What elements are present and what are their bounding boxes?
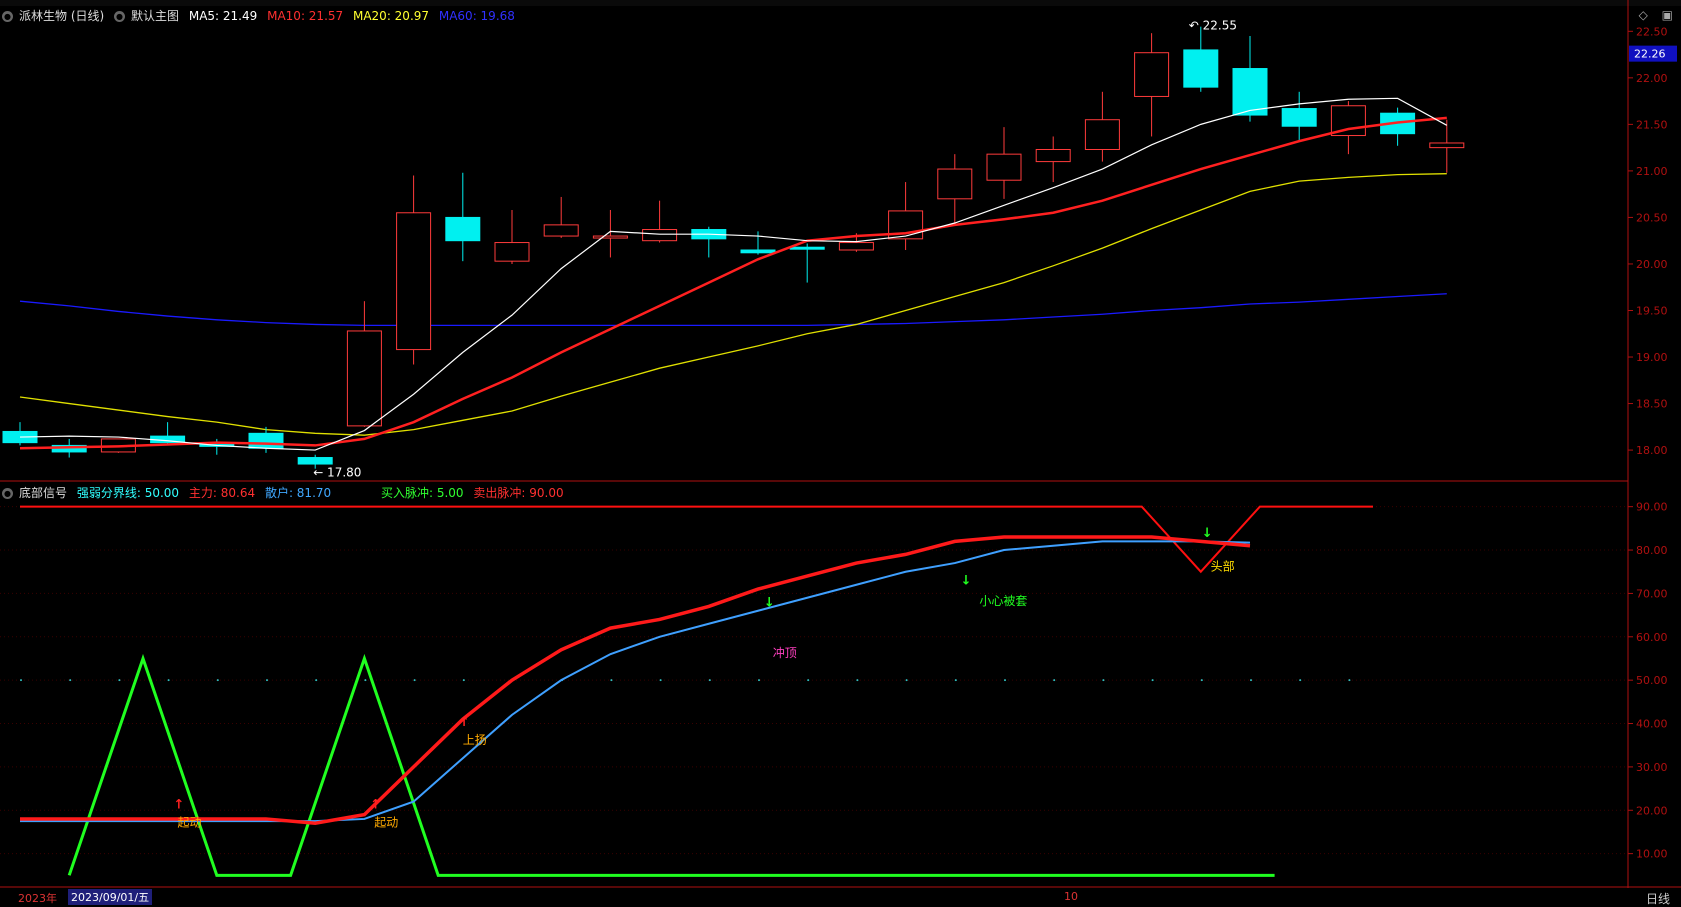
indicator-tick-label: 70.00	[1636, 587, 1668, 600]
threshold-dot	[216, 679, 219, 682]
indicator-tick-label: 50.00	[1636, 674, 1668, 687]
ma20-line	[19, 173, 1447, 436]
threshold-dot	[659, 679, 662, 682]
candle-body	[740, 249, 776, 254]
low-price-label: ← 17.80	[313, 466, 361, 480]
indicator-tick-label: 90.00	[1636, 501, 1668, 514]
threshold-dot	[1102, 679, 1105, 682]
price-tick-label: 18.00	[1636, 444, 1668, 457]
signal-down-arrow: ↓	[961, 574, 972, 589]
indicator-tick-label: 40.00	[1636, 718, 1668, 731]
month-label: 10	[1064, 890, 1078, 903]
candle-body	[1035, 148, 1071, 163]
price-tick-label: 20.50	[1636, 211, 1668, 224]
price-tick-label: 21.00	[1636, 165, 1668, 178]
signal-up-arrow: ↑	[173, 797, 184, 812]
buy-pulse-line	[67, 653, 1275, 877]
candle-body	[494, 242, 530, 262]
price-tick-label: 22.00	[1636, 72, 1668, 85]
candle-body	[297, 457, 333, 465]
period-label[interactable]: 日线	[1646, 890, 1670, 907]
threshold-dot	[167, 679, 170, 682]
price-tick-label: 20.00	[1636, 258, 1668, 271]
candle-body	[592, 235, 628, 239]
candle-body	[543, 224, 579, 237]
threshold-dot	[118, 679, 121, 682]
indicator-tick-label: 30.00	[1636, 761, 1668, 774]
threshold-dot	[315, 679, 318, 682]
threshold-dot	[20, 679, 22, 682]
signal-label: 冲顶	[773, 645, 797, 660]
candle-body	[1084, 119, 1120, 150]
time-axis-bar	[0, 888, 1681, 907]
threshold-dot	[1348, 679, 1351, 682]
candle-body	[1183, 49, 1219, 88]
indicator-tick-label: 80.00	[1636, 544, 1668, 557]
threshold-dot	[1200, 679, 1203, 682]
threshold-dot	[905, 679, 908, 682]
signal-down-arrow: ↓	[1202, 526, 1213, 541]
price-tick-label: 21.50	[1636, 118, 1668, 131]
threshold-dot	[1151, 679, 1154, 682]
signal-down-arrow: ↓	[764, 595, 775, 610]
candle-body	[986, 153, 1022, 181]
year-label: 2023年	[18, 892, 57, 905]
indicator-tick-label: 60.00	[1636, 631, 1668, 644]
last-price-label: 22.26	[1634, 48, 1666, 61]
threshold-dot	[610, 679, 613, 682]
candle-body	[937, 168, 973, 200]
candle-body	[642, 229, 678, 242]
price-tick-label: 22.50	[1636, 25, 1668, 38]
high-price-label: ↶ 22.55	[1189, 19, 1237, 33]
signal-label: 小心被套	[979, 594, 1027, 608]
threshold-dot	[1004, 679, 1006, 682]
candle-body	[346, 330, 382, 427]
threshold-dot	[1053, 679, 1056, 682]
threshold-dot	[413, 679, 416, 682]
ma60-line	[19, 293, 1447, 327]
cursor-date-label: 2023/09/01/五	[68, 889, 153, 905]
indicator-tick-label: 20.00	[1636, 804, 1668, 817]
candle-body	[1134, 52, 1170, 97]
candle-body	[396, 212, 432, 351]
threshold-dot	[266, 679, 268, 682]
candle-body	[1429, 142, 1465, 149]
price-tick-label: 18.50	[1636, 398, 1668, 411]
threshold-dot	[1299, 679, 1302, 682]
indicator-tick-label: 10.00	[1636, 848, 1668, 861]
retail-line	[20, 540, 1251, 823]
price-tick-label: 19.50	[1636, 304, 1668, 317]
price-tick-label: 19.00	[1636, 351, 1668, 364]
signal-label: 起动	[374, 815, 398, 829]
threshold-dot	[758, 679, 760, 682]
candle-body	[445, 216, 481, 242]
candle-body	[838, 242, 874, 251]
ma10-line	[19, 116, 1447, 450]
signal-label: 上扬	[463, 732, 487, 747]
candle-body	[789, 246, 825, 250]
signal-up-arrow: ↑	[370, 797, 381, 812]
candle-body	[248, 432, 284, 449]
threshold-dot	[364, 679, 367, 682]
signal-label: 起动	[177, 815, 201, 829]
ma5-line	[19, 97, 1448, 451]
chart-canvas[interactable]: 18.00 18.50 19.00 19.50 20.00 20.50 21.00 21.50…	[0, 0, 1681, 888]
threshold-dot	[462, 679, 465, 682]
candle-body	[1281, 108, 1317, 127]
threshold-dot	[708, 679, 711, 682]
candle-body	[1232, 68, 1268, 116]
threshold-dot	[954, 679, 957, 682]
threshold-dot	[69, 679, 72, 682]
threshold-dot	[856, 679, 859, 682]
threshold-dot	[807, 679, 810, 682]
signal-label: 头部	[1211, 558, 1235, 573]
signal-up-arrow: ↑	[459, 715, 470, 730]
threshold-dot	[1250, 679, 1252, 682]
